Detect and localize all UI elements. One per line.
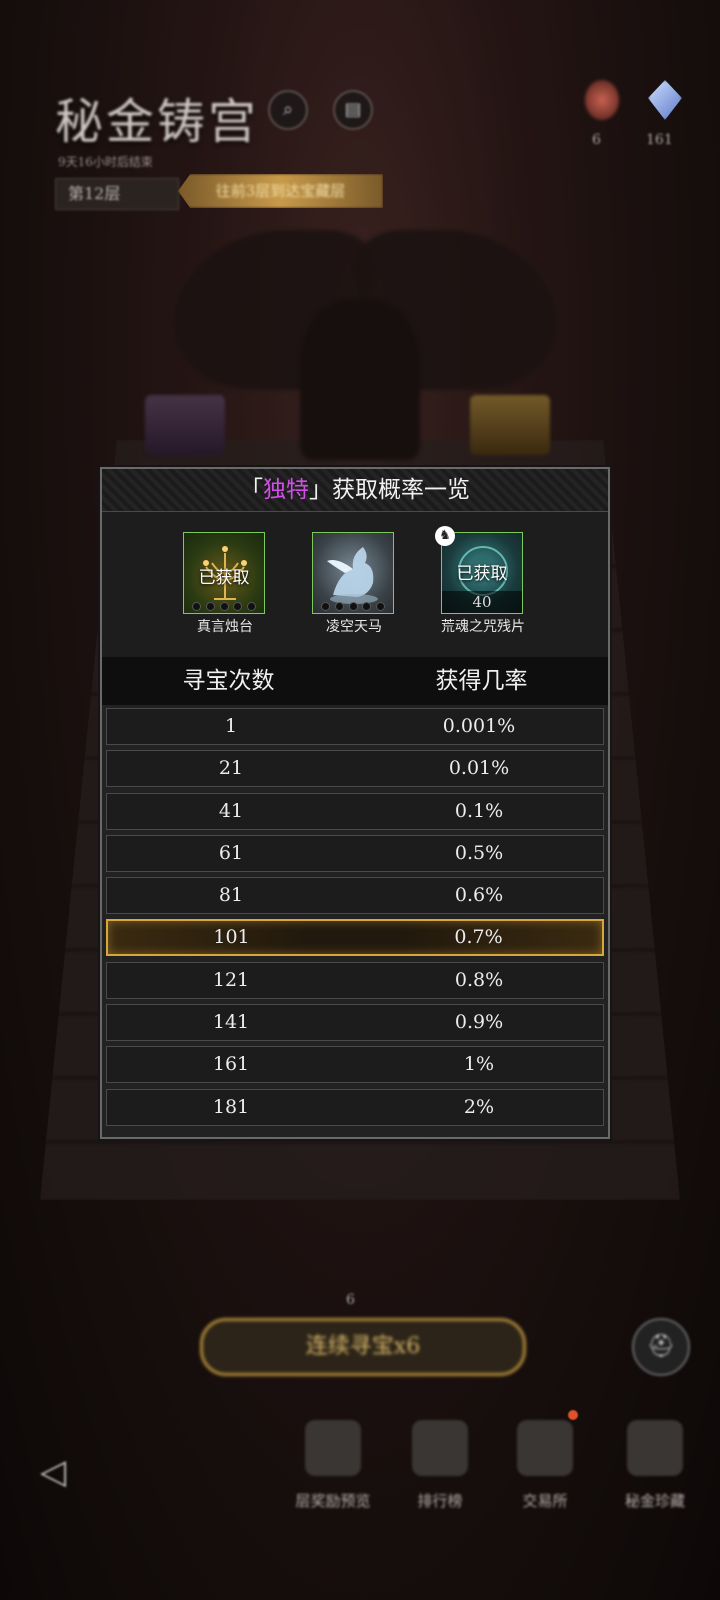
reward-item[interactable]: 已获取 40 ♞ 荒魂之咒残片 (435, 526, 525, 636)
table-row: 41 0.1% (106, 792, 604, 830)
table-row: 21 0.01% (106, 750, 604, 788)
reward-item[interactable]: 已获取 真言烛台 (183, 532, 267, 636)
table-row: 1 0.001% (106, 708, 604, 745)
row-count: 21 (218, 757, 244, 780)
item-count: 40 (442, 591, 522, 613)
exchange-icon (517, 1420, 573, 1476)
table-row: 121 0.8% (106, 961, 604, 999)
nav-label: 排行榜 (417, 1492, 463, 1510)
star-dots (192, 602, 256, 611)
nav-label: 交易所 (522, 1492, 568, 1510)
table-row-selected: 101 0.7% (106, 919, 604, 957)
column-header-count: 寻宝次数 (182, 668, 275, 694)
table-row: 141 0.9% (106, 1004, 604, 1042)
table-row: 61 0.5% (106, 834, 604, 872)
reward-frame (312, 532, 394, 614)
event-countdown: 9天16小时后结束 (58, 155, 153, 169)
row-rate: 0.8% (454, 968, 504, 991)
row-count: 181 (212, 1095, 250, 1118)
back-arrow-icon[interactable]: ◁ (40, 1452, 90, 1492)
streak-count: 6 (346, 1292, 355, 1308)
row-count: 41 (218, 799, 244, 822)
row-rate: 2% (463, 1095, 495, 1118)
item-name: 凌空天马 (326, 619, 382, 635)
search-icon[interactable]: ⌕ (268, 90, 308, 130)
character-badge-icon: ♞ (435, 526, 455, 546)
row-rate: 0.01% (448, 757, 510, 780)
nav-floor-rewards[interactable]: 层奖励预览 (283, 1420, 383, 1520)
row-count: 121 (212, 968, 250, 991)
table-header: 寻宝次数 获得几率 (102, 657, 608, 705)
collection-icon (627, 1420, 683, 1476)
table-row: 161 1% (106, 1046, 604, 1084)
reward-items: 已获取 真言烛台 凌空天马 已获取 40 ♞ 荒魂之咒残片 (102, 512, 608, 657)
row-count: 101 (213, 926, 250, 949)
floor-label: 第12层 (55, 178, 179, 210)
helmet-icon[interactable]: ⛑ (632, 1318, 690, 1376)
row-rate: 0.5% (454, 841, 504, 864)
row-rate: 0.6% (454, 884, 504, 907)
row-count: 81 (218, 884, 244, 907)
nav-ranking[interactable]: 排行榜 (390, 1420, 490, 1520)
table-row: 181 2% (106, 1088, 604, 1126)
title-highlight: 独特 (263, 477, 309, 503)
floor-hint-banner: 往前3层到达宝藏层 (178, 174, 383, 208)
probability-table: 1 0.001% 21 0.01% 41 0.1% 61 0.5% 81 0.6% 101… (102, 705, 608, 1134)
nav-label: 秘金珍藏 (624, 1492, 685, 1510)
notification-dot (568, 1410, 578, 1420)
info-book-icon[interactable]: ▤ (333, 90, 373, 130)
dialog-title: 「独特」获取概率一览 (102, 469, 608, 512)
star-dots (321, 602, 385, 611)
row-count: 61 (218, 841, 244, 864)
resource-a-value: 6 (592, 132, 601, 148)
item-name: 真言烛台 (197, 619, 253, 635)
nav-collection[interactable]: 秘金珍藏 (605, 1420, 705, 1520)
trophy-icon (412, 1420, 468, 1476)
title-bracket-close: 」 (309, 477, 332, 503)
column-header-rate: 获得几率 (435, 668, 528, 694)
title-bracket-open: 「 (240, 477, 263, 503)
reward-frame: 已获取 (183, 532, 265, 614)
reward-frame: 已获取 40 (441, 532, 523, 614)
item-status: 已获取 (198, 568, 250, 588)
event-title: 秘金铸宫 (55, 94, 260, 150)
row-count: 1 (224, 715, 238, 737)
resource-a-icon (585, 80, 619, 120)
streak-search-button[interactable]: 连续寻宝x6 (200, 1318, 526, 1376)
floor-rewards-icon (305, 1420, 361, 1476)
row-count: 141 (212, 1011, 250, 1034)
title-rest: 获取概率一览 (332, 477, 470, 503)
nav-label: 层奖励预览 (295, 1492, 371, 1510)
row-rate: 0.9% (454, 1011, 504, 1034)
row-rate: 0.7% (454, 926, 503, 949)
probability-dialog: 「独特」获取概率一览 已获取 真言烛台 凌空天马 已获取 40 ♞ 荒魂之咒残片… (100, 467, 610, 1139)
resource-b-value: 161 (646, 132, 673, 148)
row-count: 161 (212, 1053, 250, 1076)
table-row: 81 0.6% (106, 877, 604, 915)
row-rate: 0.1% (454, 799, 504, 822)
item-status: 已获取 (456, 564, 508, 584)
nav-exchange[interactable]: 交易所 (495, 1420, 595, 1520)
row-rate: 1% (463, 1053, 495, 1076)
row-rate: 0.001% (442, 715, 516, 737)
reward-item[interactable]: 凌空天马 (312, 532, 396, 636)
item-name: 荒魂之咒残片 (441, 619, 525, 635)
